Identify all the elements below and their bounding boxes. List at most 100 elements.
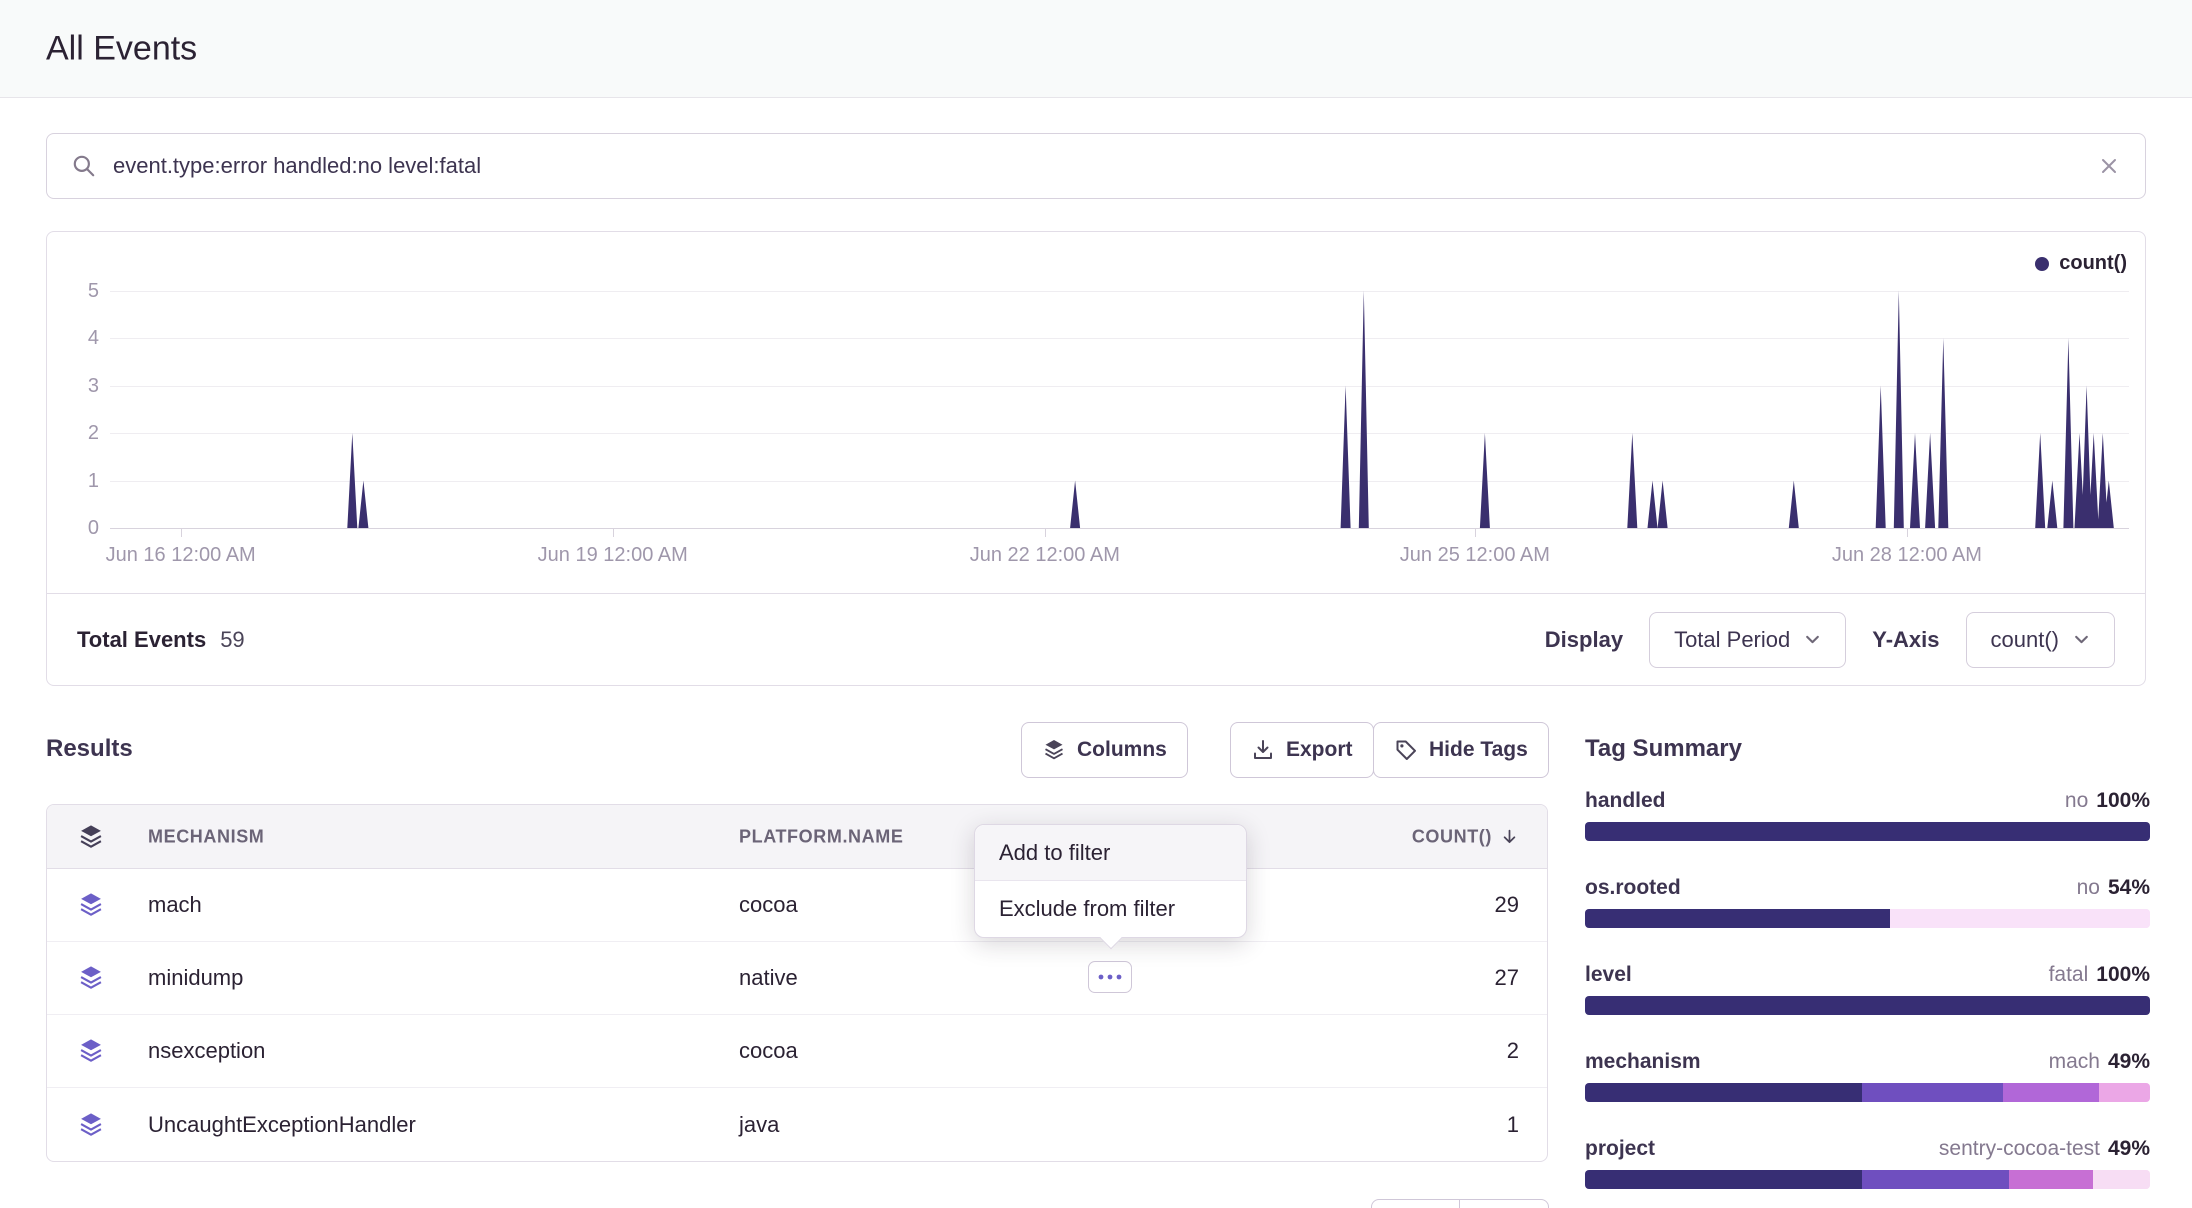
column-header-count[interactable]: COUNT() <box>1412 826 1519 847</box>
tag-distribution-bar <box>1585 822 2150 841</box>
tag-name: mechanism <box>1585 1049 1701 1075</box>
chart-footer: Total Events59 Display Total Period Y-Ax… <box>47 593 2145 685</box>
tag-head: project sentry-cocoa-test49% <box>1585 1136 2150 1162</box>
y-axis-select[interactable]: count() <box>1966 612 2115 668</box>
x-axis-tick-label: Jun 25 12:00 AM <box>1400 544 1550 567</box>
x-axis-tick <box>181 528 182 537</box>
cell-count: 2 <box>1507 1038 1519 1064</box>
tag-distribution-bar <box>1585 1170 2150 1189</box>
y-axis-value: count() <box>1991 627 2059 653</box>
search-icon <box>71 153 97 179</box>
display-select[interactable]: Total Period <box>1649 612 1846 668</box>
cell-mechanism[interactable]: mach <box>148 892 202 918</box>
tag-top-value: sentry-cocoa-test49% <box>1939 1136 2150 1162</box>
tag-distribution-bar <box>1585 1083 2150 1102</box>
columns-button[interactable]: Columns <box>1021 722 1188 778</box>
y-axis-label: Y-Axis <box>1872 627 1939 653</box>
events-chart-panel: 543210 Jun 16 12:00 AMJun 19 12:00 AMJun… <box>46 231 2146 686</box>
tag-top-value: no100% <box>2065 788 2150 814</box>
chevron-down-icon <box>2073 631 2090 648</box>
legend-label: count() <box>2059 252 2127 275</box>
discover-all-events-page: All Events 543210 Jun 16 12:00 AMJun 19 … <box>0 0 2192 1208</box>
cell-mechanism[interactable]: UncaughtExceptionHandler <box>148 1112 416 1138</box>
search-bar[interactable] <box>46 133 2146 199</box>
x-axis-tick-label: Jun 16 12:00 AM <box>106 544 256 567</box>
x-axis-tick-label: Jun 28 12:00 AM <box>1832 544 1982 567</box>
bar-segment <box>1862 1083 2003 1102</box>
stack-icon <box>77 891 105 919</box>
cell-platform[interactable]: java <box>739 1112 779 1138</box>
export-button[interactable]: Export <box>1230 722 1374 778</box>
overflow-menu-button[interactable] <box>1088 961 1132 993</box>
page-title: All Events <box>46 29 197 68</box>
sort-descending-icon <box>1500 827 1519 846</box>
column-header-mechanism[interactable]: MECHANISM <box>148 826 264 847</box>
stack-icon <box>77 1037 105 1065</box>
table-row[interactable]: nsexception cocoa 2 <box>47 1015 1547 1088</box>
tag-top-value: fatal100% <box>2049 962 2150 988</box>
count-header-label: COUNT() <box>1412 826 1492 847</box>
cell-platform[interactable]: cocoa <box>739 892 798 918</box>
hide-tags-button[interactable]: Hide Tags <box>1373 722 1549 778</box>
cell-mechanism[interactable]: minidump <box>148 965 243 991</box>
bar-segment <box>1585 822 2150 841</box>
search-input[interactable] <box>113 153 2097 179</box>
cell-platform[interactable]: native <box>739 965 798 991</box>
table-row[interactable]: minidump native 27 <box>47 942 1547 1015</box>
columns-button-label: Columns <box>1077 738 1167 762</box>
y-axis-tick-label: 2 <box>47 420 99 446</box>
tag-head: os.rooted no54% <box>1585 875 2150 901</box>
x-axis-tick <box>1475 528 1476 537</box>
tag-top-value: no54% <box>2077 875 2150 901</box>
display-label: Display <box>1545 627 1623 653</box>
tag-summary-item: mechanism mach49% <box>1585 1049 2150 1102</box>
clear-search-button[interactable] <box>2097 154 2121 178</box>
export-icon <box>1251 738 1275 762</box>
table-row[interactable]: machcocoa29 <box>47 869 1547 942</box>
tag-percentage: 49% <box>2108 1137 2150 1160</box>
y-axis-tick-label: 5 <box>47 278 99 304</box>
tag-name: project <box>1585 1136 1655 1162</box>
next-page-button[interactable] <box>1460 1199 1549 1208</box>
tag-summary-item: os.rooted no54% <box>1585 875 2150 928</box>
ellipsis-icon <box>1097 973 1123 981</box>
bar-segment <box>1585 1083 1862 1102</box>
results-table: MECHANISM PLATFORM.NAME COUNT() mach coco… <box>46 804 1548 1162</box>
cell-count: 27 <box>1495 965 1519 991</box>
x-axis-tick-label: Jun 19 12:00 AM <box>538 544 688 567</box>
bar-segment <box>1585 909 1890 928</box>
total-events: Total Events59 <box>77 627 245 653</box>
page-header: All Events <box>0 0 2192 98</box>
stack-icon <box>77 823 105 851</box>
column-header-platform[interactable]: PLATFORM.NAME <box>739 826 903 847</box>
previous-page-button[interactable] <box>1371 1199 1460 1208</box>
x-axis-tick <box>1045 528 1046 537</box>
table-row[interactable]: UncaughtExceptionHandlerjava1 <box>47 1088 1547 1161</box>
menu-item-add-to-filter[interactable]: Add to filter <box>975 825 1246 881</box>
tag-name: os.rooted <box>1585 875 1681 901</box>
hide-tags-button-label: Hide Tags <box>1429 738 1528 762</box>
x-axis-tick-label: Jun 22 12:00 AM <box>970 544 1120 567</box>
tag-summary: handledno100%os.rootedno54%levelfatal100… <box>1585 788 2150 1208</box>
tag-summary-item: project sentry-cocoa-test49% <box>1585 1136 2150 1189</box>
tag-icon <box>1394 738 1418 762</box>
total-events-value: 59 <box>220 627 244 652</box>
tag-percentage: 100% <box>2096 789 2150 812</box>
y-axis-tick-label: 3 <box>47 373 99 399</box>
tag-distribution-bar <box>1585 909 2150 928</box>
cell-mechanism[interactable]: nsexception <box>148 1038 265 1064</box>
stack-icon <box>77 964 105 992</box>
bar-segment <box>2009 1170 2094 1189</box>
tag-percentage: 49% <box>2108 1050 2150 1073</box>
cell-platform[interactable]: cocoa <box>739 1038 798 1064</box>
chart-legend: count() <box>2035 252 2127 275</box>
bar-segment <box>1585 996 2150 1015</box>
tag-percentage: 100% <box>2096 963 2150 986</box>
results-heading: Results <box>46 735 133 763</box>
tag-top-value: mach49% <box>2049 1049 2150 1075</box>
bar-segment <box>1890 909 2150 928</box>
x-axis-line <box>110 528 2129 529</box>
close-icon <box>2097 166 2121 181</box>
tag-name: level <box>1585 962 1632 988</box>
chevron-down-icon <box>1804 631 1821 648</box>
